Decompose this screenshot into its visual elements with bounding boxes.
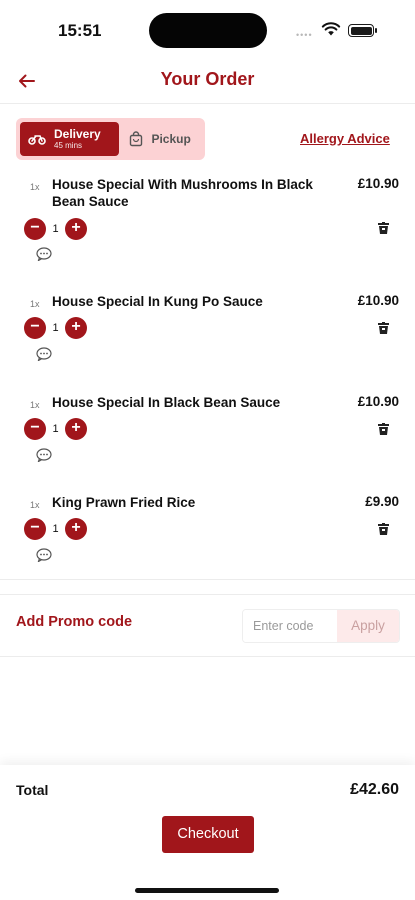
trash-icon[interactable] <box>378 423 389 435</box>
shopping-bag-icon <box>130 131 143 147</box>
item-qty-prefix: 1x <box>30 500 40 510</box>
decrease-quantity-button[interactable]: − <box>24 317 46 339</box>
item-price: £10.90 <box>357 394 399 409</box>
increase-quantity-button[interactable]: + <box>65 218 87 240</box>
item-qty-prefix: 1x <box>30 182 40 192</box>
pickup-option[interactable]: Pickup <box>121 122 201 156</box>
order-item: 1x King Prawn Fried Rice £9.90 − 1 + <box>0 494 415 584</box>
total-value: £42.60 <box>350 781 399 798</box>
total-label: Total <box>16 782 49 798</box>
trash-icon[interactable] <box>378 222 389 234</box>
comment-icon[interactable] <box>36 347 52 361</box>
quantity-stepper: − 1 + <box>24 518 87 540</box>
motorbike-icon <box>28 135 46 145</box>
delivery-time: 45 mins <box>54 141 83 150</box>
item-price: £9.90 <box>365 494 399 509</box>
item-quantity: 1 <box>52 223 59 235</box>
item-quantity: 1 <box>52 322 59 334</box>
divider <box>0 579 415 580</box>
item-qty-prefix: 1x <box>30 400 40 410</box>
comment-icon[interactable] <box>36 247 52 261</box>
divider <box>0 656 415 657</box>
order-item: 1x House Special In Kung Po Sauce £10.90… <box>0 293 415 383</box>
trash-icon[interactable] <box>378 523 389 535</box>
divider <box>0 594 415 595</box>
promo-code-label: Add Promo code <box>16 614 133 630</box>
increase-quantity-button[interactable]: + <box>65 317 87 339</box>
order-footer: Total £42.60 Checkout <box>0 765 415 900</box>
quantity-stepper: − 1 + <box>24 218 87 240</box>
decrease-quantity-button[interactable]: − <box>24 518 46 540</box>
home-indicator <box>135 888 279 893</box>
order-mode-toggle: Delivery 45 mins Pickup <box>16 118 205 160</box>
promo-code-box: Apply <box>242 609 400 643</box>
item-name: House Special With Mushrooms In Black Be… <box>52 177 313 209</box>
item-name: King Prawn Fried Rice <box>52 495 196 510</box>
cellular-signal-icon: •••• <box>296 30 313 40</box>
checkout-button[interactable]: Checkout <box>162 816 254 853</box>
apply-button[interactable]: Apply <box>337 610 399 642</box>
promo-code-input[interactable] <box>243 610 337 642</box>
status-time: 15:51 <box>58 21 102 40</box>
decrease-quantity-button[interactable]: − <box>24 418 46 440</box>
item-qty-prefix: 1x <box>30 299 40 309</box>
increase-quantity-button[interactable]: + <box>65 418 87 440</box>
increase-quantity-button[interactable]: + <box>65 518 87 540</box>
allergy-advice-link[interactable]: Allergy Advice <box>300 131 390 146</box>
delivery-label: Delivery <box>54 127 101 141</box>
item-price: £10.90 <box>357 293 399 308</box>
item-name: House Special In Black Bean Sauce <box>52 395 281 410</box>
order-item: 1x House Special In Black Bean Sauce £10… <box>0 394 415 484</box>
item-name: House Special In Kung Po Sauce <box>52 294 263 309</box>
delivery-option[interactable]: Delivery 45 mins <box>20 122 120 156</box>
page-title: Your Order <box>160 69 255 89</box>
item-quantity: 1 <box>52 523 59 535</box>
comment-icon[interactable] <box>36 548 52 562</box>
quantity-stepper: − 1 + <box>24 317 87 339</box>
quantity-stepper: − 1 + <box>24 418 87 440</box>
wifi-icon <box>321 22 341 36</box>
dynamic-island <box>149 13 267 48</box>
order-item: 1x House Special With Mushrooms In Black… <box>0 176 415 266</box>
comment-icon[interactable] <box>36 448 52 462</box>
status-bar: 15:51 •••• <box>0 0 415 60</box>
header: Your Order <box>0 60 415 104</box>
item-price: £10.90 <box>357 176 399 191</box>
battery-icon <box>348 24 377 37</box>
pickup-label: Pickup <box>151 131 191 146</box>
decrease-quantity-button[interactable]: − <box>24 218 46 240</box>
trash-icon[interactable] <box>378 322 389 334</box>
item-quantity: 1 <box>52 423 59 435</box>
